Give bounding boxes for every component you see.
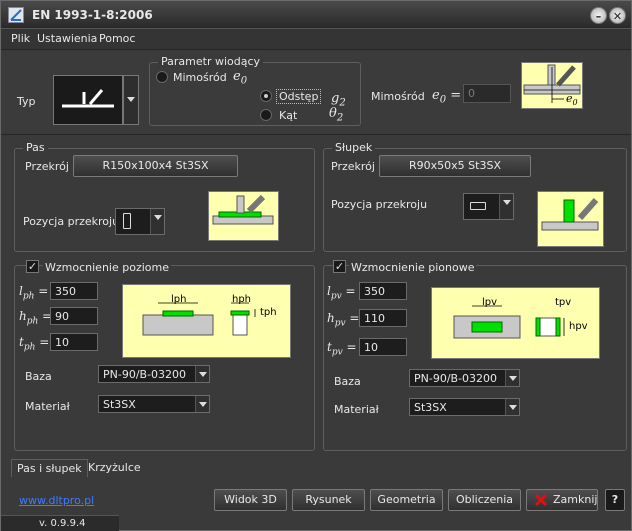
window-title: EN 1993-1-8:2006 — [32, 8, 153, 22]
pas-position-diagram — [208, 191, 279, 241]
slupek-material-label: Materiał — [334, 403, 379, 416]
app-logo-icon — [8, 7, 24, 23]
main-window: EN 1993-1-8:2006 – ✕ Plik Ustawienia Pom… — [0, 0, 632, 531]
chevron-down-icon — [150, 209, 164, 234]
pas-pozycja-label: Pozycja przekroju — [23, 215, 120, 228]
dia-hph-label: hph — [232, 294, 252, 305]
param-group-title: Parametr wiodący — [158, 55, 264, 68]
slupek-pozycja-icon — [470, 202, 486, 210]
chevron-down-icon — [195, 366, 209, 382]
website-link[interactable]: www.dltpro.pl — [19, 494, 94, 507]
tph-label: tph = — [19, 335, 50, 353]
dia-lpv-label: lpv — [482, 297, 498, 308]
e0-input[interactable]: 0 — [463, 84, 511, 103]
tab-pas-slupek[interactable]: Pas i słupek — [11, 459, 88, 477]
close-icon[interactable]: ✕ — [609, 7, 626, 24]
pas-group-title: Pas — [23, 141, 48, 154]
slupek-material-value: St3SX — [414, 401, 447, 414]
chevron-down-icon — [505, 370, 519, 386]
wzm-pionowe-checkbox[interactable]: ✓ — [333, 260, 346, 273]
pas-baza-value: PN-90/B-03200 — [103, 368, 187, 381]
e0-symbol: e0 — [233, 69, 248, 87]
wzm-poziome-diagram: lph hph tph — [122, 284, 291, 358]
pas-material-label: Materiał — [25, 400, 70, 413]
chevron-down-icon — [499, 194, 513, 219]
typ-dropdown-button[interactable] — [123, 75, 139, 125]
pas-pozycja-icon — [123, 213, 131, 229]
slupek-baza-label: Baza — [334, 375, 361, 388]
slupek-przekroj-button[interactable]: R90x50x5 St3SX — [379, 155, 531, 177]
widok3d-button[interactable]: Widok 3D — [214, 489, 287, 511]
typ-selector[interactable] — [53, 75, 123, 125]
close-x-icon — [534, 493, 548, 507]
hph-input[interactable]: 90 — [50, 307, 98, 325]
wzm-pionowe-diagram: lpv tpv hpv — [431, 287, 600, 359]
help-button[interactable]: ? — [605, 489, 625, 511]
dia-lph-label: lph — [171, 294, 187, 305]
dia-tph-label: tph — [260, 307, 277, 318]
typ-label: Typ — [17, 95, 36, 108]
mimosrod-label: Mimośród — [173, 71, 227, 84]
tab-strip: Pas i słupek Krzyżulce — [1, 459, 631, 477]
pas-przekroj-button[interactable]: R150x100x4 St3SX — [73, 155, 238, 177]
e0-diagram: e0 — [521, 62, 583, 109]
minimize-icon[interactable]: – — [590, 7, 607, 24]
theta2-symbol: θ2 — [329, 106, 344, 124]
title-bar: EN 1993-1-8:2006 – ✕ — [1, 1, 631, 29]
wzm-poziome-checkbox[interactable]: ✓ — [26, 260, 39, 273]
wzm-poziome-label: Wzmocnienie poziome — [43, 261, 171, 274]
slupek-przekroj-label: Przekrój — [331, 160, 375, 173]
slupek-baza-value: PN-90/B-03200 — [414, 372, 498, 385]
version-label: v. 0.9.9.4 — [1, 515, 119, 531]
pas-material-select[interactable]: St3SX — [98, 395, 210, 413]
hpv-label: hpv = — [327, 311, 360, 329]
tph-input[interactable]: 10 — [50, 333, 98, 351]
mimosrod-radio[interactable] — [156, 71, 168, 83]
odstep-label: Odstęp — [276, 89, 322, 104]
pas-pozycja-select[interactable] — [115, 208, 165, 235]
e0-eq-symbol: e0 = — [432, 88, 462, 106]
slupek-material-select[interactable]: St3SX — [409, 398, 520, 416]
slupek-pozycja-label: Pozycja przekroju — [331, 198, 428, 211]
chevron-down-icon — [195, 396, 209, 412]
menu-settings[interactable]: Ustawienia — [37, 32, 97, 45]
slupek-position-diagram — [537, 191, 604, 247]
obliczenia-button[interactable]: Obliczenia — [448, 489, 521, 511]
lph-label: lph = — [19, 284, 49, 302]
pas-baza-label: Baza — [25, 370, 52, 383]
slupek-pozycja-select[interactable] — [463, 193, 514, 220]
e0-diagram-label: e0 — [566, 92, 578, 108]
pas-material-value: St3SX — [103, 398, 136, 411]
tab-krzyzulce[interactable]: Krzyżulce — [83, 459, 146, 477]
slupek-group-title: Słupek — [332, 141, 376, 154]
geometria-button[interactable]: Geometria — [370, 489, 443, 511]
lpv-input[interactable]: 350 — [359, 282, 407, 300]
menu-bar: Plik Ustawienia Pomoc — [1, 29, 631, 49]
menu-file[interactable]: Plik — [11, 32, 30, 45]
dia-hpv-label: hpv — [569, 321, 588, 332]
kat-radio[interactable] — [260, 109, 272, 121]
dia-tpv-label: tpv — [555, 297, 572, 308]
hpv-input[interactable]: 110 — [359, 309, 407, 327]
wzm-pionowe-label: Wzmocnienie pionowe — [349, 261, 477, 274]
tpv-label: tpv = — [327, 340, 357, 358]
chevron-down-icon — [505, 399, 519, 415]
rysunek-button[interactable]: Rysunek — [292, 489, 365, 511]
mimosrod-right-label: Mimośród — [371, 90, 425, 103]
pas-baza-select[interactable]: PN-90/B-03200 — [98, 365, 210, 383]
lpv-label: lpv = — [327, 284, 356, 302]
pas-przekroj-label: Przekrój — [25, 160, 69, 173]
hph-label: hph = — [19, 309, 53, 327]
zamknij-label: Zamknij — [553, 493, 598, 506]
lph-input[interactable]: 350 — [50, 282, 98, 300]
kat-label: Kąt — [279, 109, 298, 122]
zamknij-button[interactable]: Zamknij — [526, 489, 598, 511]
tpv-input[interactable]: 10 — [359, 338, 407, 356]
odstep-radio[interactable] — [260, 90, 272, 102]
slupek-baza-select[interactable]: PN-90/B-03200 — [409, 369, 520, 387]
menu-help[interactable]: Pomoc — [99, 32, 135, 45]
